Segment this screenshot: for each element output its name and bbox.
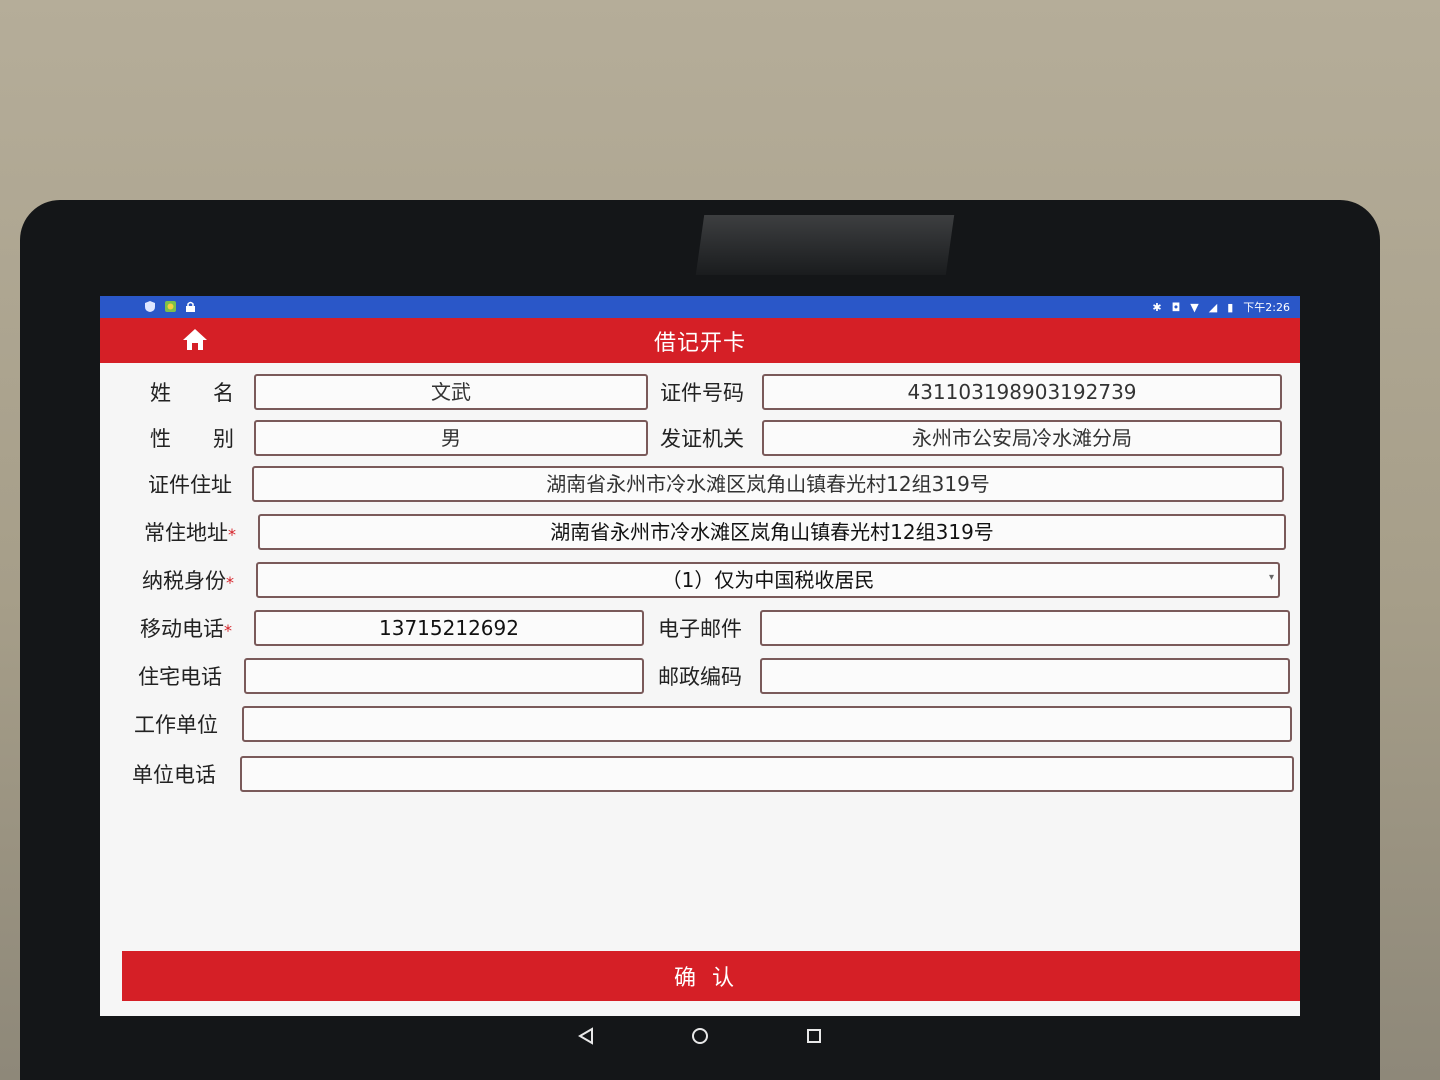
employer-phone-label: 单位电话 — [132, 763, 216, 787]
row-employer: 工作单位 — [130, 706, 1292, 744]
email-label: 电子邮件 — [658, 617, 742, 641]
issuing-authority-label: 发证机关 — [660, 427, 744, 451]
back-triangle-icon[interactable] — [574, 1024, 598, 1048]
row-gender: 性 别 男 发证机关 永州市公安局冷水滩分局 — [130, 420, 1290, 458]
required-mark: * — [224, 621, 232, 640]
tax-status-label-text: 纳税身份 — [142, 569, 226, 593]
gender-label: 性 别 — [150, 427, 234, 451]
employer-label: 工作单位 — [134, 713, 218, 737]
page-title: 借记开卡 — [653, 330, 746, 356]
id-address-field[interactable]: 湖南省永州市冷水滩区岚角山镇春光村12组319号 — [252, 466, 1284, 502]
postal-code-label: 邮政编码 — [658, 665, 742, 689]
home-circle-icon[interactable] — [688, 1024, 712, 1048]
bluetooth-icon: ✱ — [1152, 300, 1162, 314]
postal-code-field[interactable] — [760, 658, 1290, 694]
row-name: 姓 名 文武 证件号码 431103198903192739 — [130, 374, 1290, 412]
battery-icon: ▮ — [1227, 300, 1234, 314]
row-residential-address: 常住地址* 湖南省永州市冷水滩区岚角山镇春光村12组319号 — [130, 514, 1290, 552]
wifi-icon: ▼ — [1190, 300, 1199, 314]
android-nav-bar — [100, 1016, 1300, 1056]
tax-status-label: 纳税身份* — [142, 562, 234, 600]
tax-status-value: （1）仅为中国税收居民 — [661, 568, 875, 592]
id-address-label: 证件住址 — [148, 473, 232, 497]
title-bar: 借记开卡 — [100, 318, 1300, 363]
row-tax-status: 纳税身份* （1）仅为中国税收居民 ▾ — [130, 562, 1290, 600]
status-time: 下午2:26 — [1243, 301, 1290, 314]
mobile-label: 移动电话* — [140, 610, 232, 648]
signal-icon: ◢ — [1208, 300, 1218, 314]
mobile-field[interactable]: 13715212692 — [254, 610, 644, 646]
vibrate-icon: ◘ — [1171, 300, 1181, 314]
lock-icon — [186, 301, 195, 314]
required-mark: * — [226, 573, 234, 592]
residential-address-field[interactable]: 湖南省永州市冷水滩区岚角山镇春光村12组319号 — [258, 514, 1286, 550]
status-right-icons: ✱ ◘ ▼ ◢ ▮ 下午2:26 — [1152, 299, 1290, 315]
residential-address-label-text: 常住地址 — [144, 521, 228, 545]
row-id-address: 证件住址 湖南省永州市冷水滩区岚角山镇春光村12组319号 — [130, 466, 1290, 504]
id-number-field[interactable]: 431103198903192739 — [762, 374, 1282, 410]
confirm-button[interactable]: 确认 — [122, 951, 1300, 1001]
recents-square-icon[interactable] — [802, 1024, 826, 1048]
app-icon — [165, 300, 176, 314]
home-icon[interactable] — [180, 325, 210, 353]
residential-address-label: 常住地址* — [144, 514, 236, 552]
home-phone-field[interactable] — [244, 658, 644, 694]
status-left-icons — [145, 300, 195, 314]
status-bar: ✱ ◘ ▼ ◢ ▮ 下午2:26 — [100, 296, 1300, 318]
row-mobile: 移动电话* 13715212692 电子邮件 — [130, 610, 1290, 648]
id-number-label: 证件号码 — [660, 381, 744, 405]
home-phone-label: 住宅电话 — [138, 665, 222, 689]
screen-glare — [695, 215, 955, 275]
required-mark: * — [228, 525, 236, 544]
dropdown-arrow-icon: ▾ — [1268, 572, 1274, 583]
name-field[interactable]: 文武 — [254, 374, 648, 410]
tablet-screen: ✱ ◘ ▼ ◢ ▮ 下午2:26 借记开卡 姓 名 文武 证件号码 431103… — [100, 296, 1300, 1016]
shield-icon — [145, 300, 155, 314]
row-home-phone: 住宅电话 邮政编码 — [130, 658, 1290, 696]
employer-phone-field[interactable] — [240, 756, 1294, 792]
tax-status-select[interactable]: （1）仅为中国税收居民 ▾ — [256, 562, 1280, 598]
mobile-label-text: 移动电话 — [140, 617, 224, 641]
name-label: 姓 名 — [150, 381, 234, 405]
employer-field[interactable] — [242, 706, 1292, 742]
gender-field[interactable]: 男 — [254, 420, 648, 456]
email-field[interactable] — [760, 610, 1290, 646]
row-employer-phone: 单位电话 — [130, 756, 1294, 794]
issuing-authority-field[interactable]: 永州市公安局冷水滩分局 — [762, 420, 1282, 456]
